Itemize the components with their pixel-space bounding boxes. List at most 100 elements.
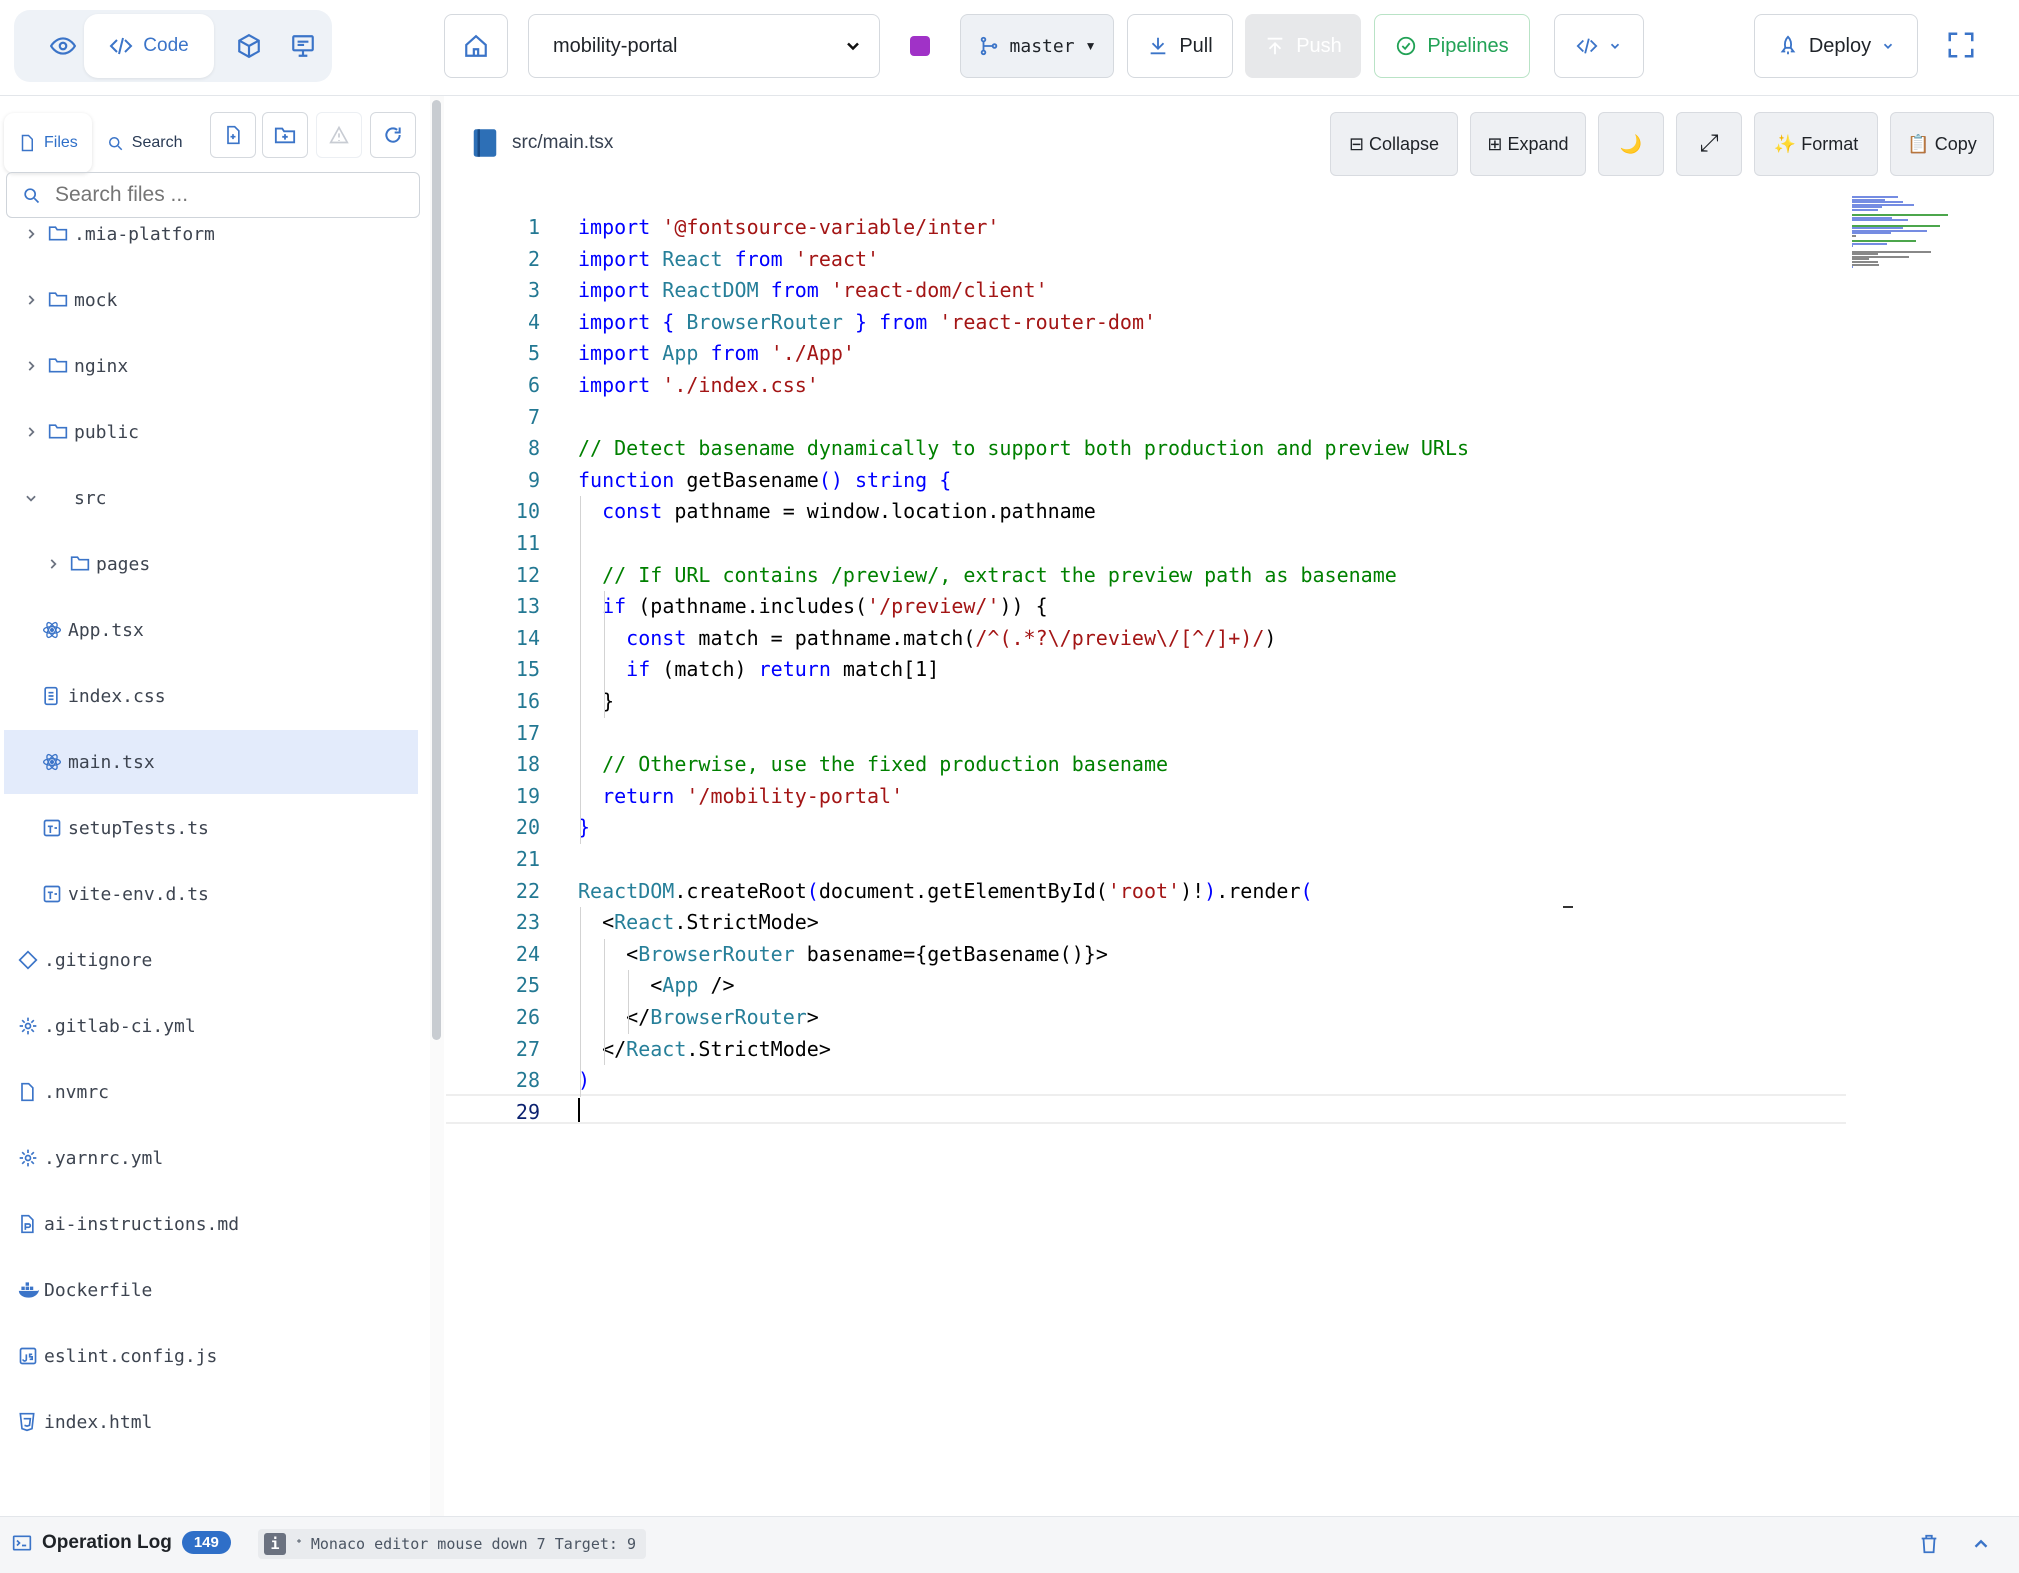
indent-guide [580,907,581,1097]
tree-folder[interactable]: nginx [4,334,418,398]
format-button[interactable]: ✨ Format [1754,112,1878,176]
operation-log-title: Operation Log [42,1531,172,1553]
fullscreen-button[interactable] [1946,30,1976,60]
tab-search-label: Search [131,134,183,151]
code-editor[interactable]: 1 import '@fontsource-variable/inter' 2 imp… [446,194,2019,1516]
tree-file[interactable]: ai-instructions.md [4,1192,418,1256]
code-token: ) [1264,625,1277,650]
line-content: <React.StrictMode> [578,907,819,938]
code-line: 3 import ReactDOM from 'react-dom/client' [446,275,1846,306]
tree-file[interactable]: index.html [4,1390,418,1454]
code-token: ReactDOM [662,278,759,303]
file-explorer-sidebar: Files Search .mia-platform mock nginx publi… [0,96,431,1516]
tree-file[interactable]: index.css [4,664,418,728]
project-select[interactable]: mobility-portal [528,14,880,78]
3d-mode-button[interactable] [220,14,278,78]
folder-plus-icon [274,124,296,146]
code-token: () [818,467,843,492]
code-token: ( [854,594,868,619]
tree-item-label: ai-instructions.md [44,1213,240,1235]
tree-folder[interactable]: mock [4,268,418,332]
copy-button[interactable]: 📋 Copy [1890,112,1994,176]
code-token: const [602,499,663,524]
theme-toggle-button[interactable]: 🌙 [1598,112,1664,176]
tree-folder[interactable]: public [4,400,418,464]
line-number: 24 [515,941,540,966]
gear-icon [18,1148,38,1168]
line-content: // Otherwise, use the fixed production b… [578,749,1168,780]
code-mode-button[interactable]: Code [84,14,214,78]
tree-file[interactable]: setupTests.ts [4,796,418,860]
format-label: ✨ Format [1773,133,1859,154]
collapse-button[interactable]: ⊟ Collapse [1330,112,1458,176]
code-token: ( [1300,878,1313,903]
tab-files[interactable]: Files [4,113,92,173]
new-folder-button[interactable] [262,112,308,158]
indent-guide [628,970,629,1034]
code-token: // Detect basename dynamically to suppor… [578,436,1470,461]
code-line: 5 import App from './App' [446,338,1846,369]
code-line: 19 return '/mobility-portal' [446,781,1846,812]
maximize-icon: ⤢ [1699,130,1719,157]
minimap[interactable] [1852,194,1972,284]
sidebar-scrollbar-thumb[interactable] [432,100,441,1040]
tree-file[interactable]: .gitlab-ci.yml [4,994,418,1058]
tree-file[interactable]: App.tsx [4,598,418,662]
pipelines-button[interactable]: Pipelines [1374,14,1530,78]
minimap-line [1852,266,1854,269]
desktop-mode-button[interactable] [278,14,328,78]
line-number: 19 [515,783,540,808]
tree-file[interactable]: .gitignore [4,928,418,992]
tree-file[interactable]: Dockerfile [4,1258,418,1322]
minimap-line [1852,219,1908,222]
text-caret [578,1098,580,1122]
tree-file[interactable]: eslint.config.js [4,1324,418,1388]
new-file-button[interactable] [210,112,256,158]
code-token: 'react' [794,246,880,271]
tree-file[interactable]: main.tsx [4,730,418,794]
deploy-button[interactable]: Deploy [1754,14,1918,78]
maximize-editor-button[interactable]: ⤢ [1676,112,1742,176]
tree-folder[interactable]: src [4,466,418,530]
minimap-line [1852,263,1880,266]
embed-menu-button[interactable] [1554,14,1644,78]
pull-button[interactable]: Pull [1127,14,1233,78]
minimap-line [1852,209,1878,211]
code-line: 1 import '@fontsource-variable/inter' [446,212,1846,243]
tree-folder[interactable]: pages [4,532,418,596]
tree-folder[interactable]: .mia-platform [4,202,418,266]
line-number: 3 [527,278,540,303]
line-number: 21 [515,847,540,871]
expand-log-button[interactable] [1970,1533,1992,1555]
tree-file[interactable]: .nvmrc [4,1060,418,1124]
code-token: { [662,309,675,334]
code-token: getBasename() [927,941,1084,966]
refresh-button[interactable] [370,112,416,158]
push-label: Push [1296,34,1342,57]
line-number: 17 [515,720,540,745]
code-token: // Otherwise, use the fixed production b… [602,752,1169,777]
clear-log-button[interactable] [1918,1533,1940,1555]
tree-item-label: .yarnrc.yml [44,1147,164,1169]
line-number: 12 [515,562,540,587]
code-token: '/mobility-portal' [686,783,904,808]
push-button[interactable]: Push [1245,14,1361,78]
line-content: if (pathname.includes('/preview/')) { [578,591,1048,622]
line-content: return '/mobility-portal' [578,781,903,812]
operation-log-toggle[interactable]: Operation Log 149 [12,1531,231,1554]
tree-file[interactable]: vite-env.d.ts [4,862,418,926]
tree-file[interactable]: .yarnrc.yml [4,1126,418,1190]
line-number: 16 [515,689,540,713]
home-button[interactable] [444,14,508,78]
tab-search[interactable]: Search [92,113,197,173]
warnings-button[interactable] [316,112,362,158]
expand-button[interactable]: ⊞ Expand [1470,112,1586,176]
minimap-line [1852,242,1888,245]
line-content: </React.StrictMode> [578,1034,831,1065]
line-number: 18 [515,752,540,777]
branch-select[interactable]: master ▼ [960,14,1114,78]
rocket-icon [1777,35,1799,57]
top-toolbar: Code mobility-portal master ▼ Pull Push … [0,0,2019,96]
